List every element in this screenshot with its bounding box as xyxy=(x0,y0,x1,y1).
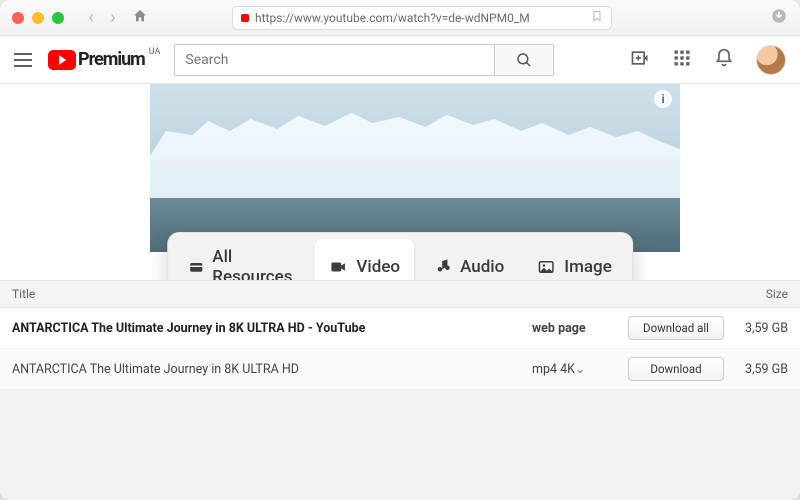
apps-icon[interactable] xyxy=(672,48,692,72)
filter-audio-label: Audio xyxy=(460,257,504,277)
address-bar[interactable]: https://www.youtube.com/watch?v=de-wdNPM… xyxy=(232,6,612,30)
zoom-window-button[interactable] xyxy=(52,12,64,24)
youtube-header: Premium UA xyxy=(0,36,800,84)
row-size: 3,59 GB xyxy=(736,362,788,377)
search-input[interactable] xyxy=(174,44,494,76)
downloads-icon[interactable] xyxy=(770,7,788,29)
row-action-cell: Download all xyxy=(628,316,736,340)
row-action-cell: Download xyxy=(628,357,736,381)
row-type: mp4 4K⌄ xyxy=(532,361,628,377)
search-form xyxy=(174,44,554,76)
table-header: Title Size xyxy=(0,280,800,308)
empty-row xyxy=(0,468,800,494)
youtube-brand: Premium xyxy=(78,49,145,70)
window-controls xyxy=(12,12,64,24)
download-all-button[interactable]: Download all xyxy=(628,316,724,340)
filter-image-label: Image xyxy=(564,257,612,277)
nav-arrows: ‹ › xyxy=(82,7,122,28)
youtube-logo[interactable]: Premium UA xyxy=(48,49,158,70)
row-title: ANTARCTICA The Ultimate Journey in 8K UL… xyxy=(12,362,532,377)
row-size: 3,59 GB xyxy=(736,321,788,336)
back-button[interactable]: ‹ xyxy=(82,7,100,28)
filter-video-label: Video xyxy=(356,257,400,277)
search-button[interactable] xyxy=(494,44,554,76)
col-type xyxy=(532,287,628,301)
download-button[interactable]: Download xyxy=(628,357,724,381)
youtube-play-icon xyxy=(48,50,76,70)
url-text: https://www.youtube.com/watch?v=de-wdNPM… xyxy=(255,11,530,25)
notifications-icon[interactable] xyxy=(714,48,734,72)
row-type: web page xyxy=(532,321,628,336)
table-row[interactable]: ANTARCTICA The Ultimate Journey in 8K UL… xyxy=(0,349,800,390)
titlebar: ‹ › https://www.youtube.com/watch?v=de-w… xyxy=(0,0,800,36)
forward-button[interactable]: › xyxy=(104,7,122,28)
row-title: ANTARCTICA The Ultimate Journey in 8K UL… xyxy=(12,321,532,336)
site-favicon xyxy=(241,14,249,22)
video-thumbnail xyxy=(150,101,680,202)
video-info-badge[interactable]: i xyxy=(654,90,672,108)
col-size: Size xyxy=(736,287,788,301)
video-player[interactable]: i xyxy=(150,84,680,252)
home-button[interactable] xyxy=(132,8,148,28)
minimize-window-button[interactable] xyxy=(32,12,44,24)
empty-row xyxy=(0,442,800,468)
close-window-button[interactable] xyxy=(12,12,24,24)
empty-row xyxy=(0,494,800,500)
app-window: ‹ › https://www.youtube.com/watch?v=de-w… xyxy=(0,0,800,500)
table-row[interactable]: ANTARCTICA The Ultimate Journey in 8K UL… xyxy=(0,308,800,349)
col-action xyxy=(628,287,736,301)
menu-button[interactable] xyxy=(14,53,32,67)
account-avatar[interactable] xyxy=(756,45,786,75)
youtube-region: UA xyxy=(149,47,161,57)
create-icon[interactable] xyxy=(630,48,650,72)
empty-row xyxy=(0,390,800,416)
bookmark-icon[interactable] xyxy=(591,9,603,26)
col-title: Title xyxy=(12,287,532,301)
resources-table: Title Size ANTARCTICA The Ultimate Journ… xyxy=(0,280,800,500)
type-dropdown[interactable]: ⌄ xyxy=(575,361,585,377)
empty-row xyxy=(0,416,800,442)
header-actions xyxy=(630,45,786,75)
